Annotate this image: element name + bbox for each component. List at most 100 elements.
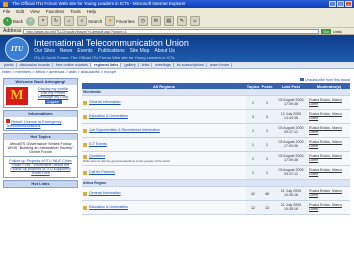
forum-name-link[interactable]: Questions (89, 154, 105, 158)
forum-name-link[interactable]: Job Opportunities & Recruitment Informat… (89, 128, 160, 132)
menu-edit[interactable]: Edit (16, 8, 24, 15)
menu-view[interactable]: View (30, 8, 40, 15)
forum-name-link[interactable]: General information (89, 100, 121, 104)
posts-count: 1 (260, 137, 274, 152)
last-post[interactable]: 21 July 2005 10:35:18 (274, 200, 308, 215)
favorites-button[interactable]: ★ Favorites (105, 16, 135, 26)
moderator-links[interactable]: Ruska Bricks, Marco Lobre (308, 200, 350, 215)
forum-row: ICT Events 1 1 03 August 2005 17:09:36 Ruska… (82, 137, 350, 152)
go-button[interactable]: Go (321, 28, 331, 34)
forum-nav-portal[interactable]: portal (2, 63, 17, 67)
forum-name-link[interactable]: ICT Events (89, 142, 107, 146)
menu-file[interactable]: File (3, 8, 10, 15)
forum-nav-links[interactable]: links (140, 63, 153, 67)
breadcrumb[interactable]: index > members > africa > americas > ar… (2, 70, 116, 74)
folder-icon (83, 100, 87, 105)
info-red-icon (6, 119, 10, 123)
moderator-links[interactable]: Ruska Bricks, Marco Lobre (308, 186, 350, 201)
history-icon[interactable]: ◷ (137, 16, 148, 26)
close-button[interactable]: × (345, 1, 352, 7)
category-name[interactable]: Africa Region (82, 179, 350, 187)
itu-logo[interactable]: ITU (5, 37, 29, 61)
edit-icon[interactable]: ✎ (176, 16, 187, 26)
col-topics: Topics (246, 83, 260, 89)
minimize-button[interactable]: _ (329, 1, 336, 7)
sidebar: Welcome Back Advogang! M Display my prof… (3, 78, 78, 265)
topics-count: 1 (246, 151, 260, 166)
forum-name-link[interactable]: Education & Universities (89, 114, 128, 118)
forum-cell: ICT Events (82, 137, 246, 152)
topics-count: 3 (246, 109, 260, 124)
menu-tools[interactable]: Tools (70, 8, 81, 15)
nav-our-sites[interactable]: Our Sites (34, 48, 55, 54)
forum-nav-courses[interactable]: free online courses (54, 63, 91, 67)
moderator-links[interactable]: Ruska Bricks, Marco Lobre (308, 137, 350, 152)
search-icon: ⌕ (77, 16, 88, 26)
hot-topic-1[interactable]: Africa/ES Governance Smiles Follow WSIS … (4, 140, 77, 156)
folder-icon (83, 205, 87, 210)
forum-name-link[interactable]: Call for Partners (89, 170, 115, 174)
stop-icon[interactable]: × (38, 16, 49, 26)
site-header: ITU International Telecommunication Unio… (0, 35, 354, 62)
nav-publications[interactable]: Publications (98, 48, 125, 54)
forum-name-link[interactable]: General information (89, 191, 121, 195)
forum-table: All Regions Topics Posts Last Post Moder… (82, 83, 350, 215)
last-post[interactable]: 03 August 2005 17:09:36 (274, 137, 308, 152)
mail-icon[interactable]: ✉ (150, 16, 161, 26)
refresh-icon[interactable]: ↻ (51, 16, 62, 26)
site-nav: Our Sites News Events Publications Site … (34, 48, 175, 54)
logout-button[interactable]: Logout (44, 100, 62, 104)
forum-nav-gallery[interactable]: gallery (122, 63, 139, 67)
topics-count: 12 (246, 200, 260, 215)
forum-nav-regional[interactable]: regional links (92, 63, 122, 67)
forward-button[interactable]: › (26, 16, 36, 26)
messenger-icon[interactable]: ☺ (189, 16, 200, 26)
back-arrow-icon: ‹ (3, 16, 12, 26)
window-controls: _ □ × (329, 1, 352, 7)
folder-icon (83, 128, 87, 133)
forum-nav-subscriptions[interactable]: itu subscriptions (175, 63, 207, 67)
forum-row: General information 42 46 21 July 2005 10:3… (82, 186, 350, 201)
favorites-label: Favorites (116, 18, 135, 24)
hot-topic-2[interactable]: Follow up Projects of ITU WLE Clubs Yout… (4, 156, 77, 177)
forum-nav-meetings[interactable]: meetings (153, 63, 174, 67)
last-post[interactable]: 03 August 2005 09:47:12 (274, 123, 308, 138)
last-post[interactable]: 03 August 2005 17:09:36 (274, 95, 308, 110)
posts-count: 1 (260, 151, 274, 166)
address-input[interactable]: http://www.itu.int/ITU-D/youth/forum/YLd… (23, 28, 320, 34)
forum-cell: Job Opportunities & Recruitment Informat… (82, 123, 246, 138)
links-button[interactable]: Links (333, 29, 342, 34)
info-link[interactable]: Result: License to Emergency Telecommuni… (6, 120, 62, 128)
posts-count: 1 (260, 95, 274, 110)
nav-news[interactable]: News (60, 48, 73, 54)
forum-nav-team[interactable]: team forum (208, 63, 233, 67)
topics-count: 1 (246, 165, 260, 180)
moderator-links[interactable]: Ruska Bricks, Marco Lobre (308, 109, 350, 124)
back-button[interactable]: ‹ Back (3, 16, 23, 26)
forum-cell: General information (82, 95, 246, 110)
forum-nav-discussion[interactable]: discussion boards (18, 63, 53, 67)
moderator-links[interactable]: Ruska Bricks, Marco Lobre (308, 165, 350, 180)
maximize-button[interactable]: □ (337, 1, 344, 7)
moderator-links[interactable]: Ruska Bricks, Marco Lobre (308, 123, 350, 138)
moderator-links[interactable]: Ruska Bricks, Marco Lobre (308, 95, 350, 110)
nav-events[interactable]: Events (77, 48, 92, 54)
print-icon[interactable]: ▤ (163, 16, 174, 26)
nav-about-us[interactable]: About Us (154, 48, 175, 54)
posts-count: 13 (260, 200, 274, 215)
site-subtitle: ITU-D Youth Forum: The Official ITU Foru… (34, 55, 175, 60)
home-icon[interactable]: ⌂ (64, 16, 75, 26)
forum-row: General information 1 1 03 August 2005 17:0… (82, 95, 350, 110)
nav-site-map[interactable]: Site Map (130, 48, 150, 54)
moderator-links[interactable]: Ruska Bricks, Marco Lobre (308, 151, 350, 166)
last-post[interactable]: 03 August 2005 09:47:12 (274, 165, 308, 180)
last-post[interactable]: 12 July 2005 14:44:38 (274, 109, 308, 124)
folder-icon (83, 170, 87, 175)
last-post[interactable]: 21 July 2005 10:35:18 (274, 186, 308, 201)
menu-favorites[interactable]: Favorites (46, 8, 65, 15)
menu-help[interactable]: Help (87, 8, 96, 15)
search-button[interactable]: ⌕ Search (77, 16, 102, 26)
last-post[interactable]: 03 August 2005 17:09:36 (274, 151, 308, 166)
forum-name-link[interactable]: Education & Universities (89, 205, 128, 209)
unsubscribe-label: Unsubscribe from this board (305, 78, 350, 82)
